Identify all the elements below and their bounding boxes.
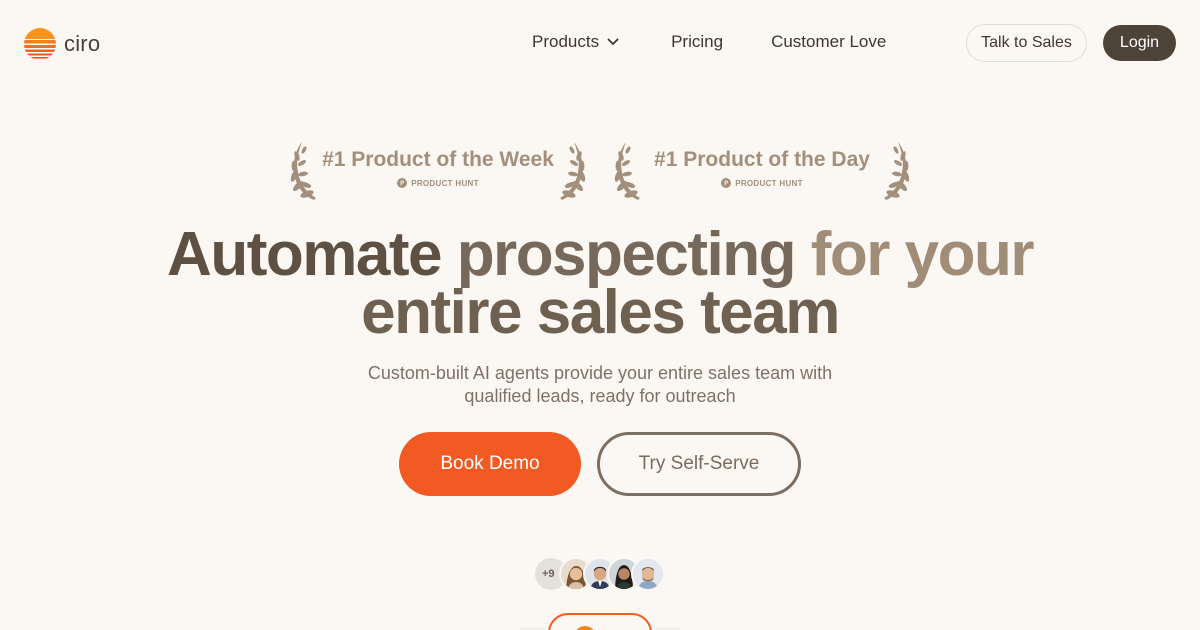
brand-logo[interactable]: ciro [24,28,100,60]
avatar [631,557,665,591]
landing-page: ciro Products Pricing Customer Love Talk… [0,0,1200,630]
nav-pricing[interactable]: Pricing [671,32,723,52]
team-avatars: +9 [535,557,675,593]
floating-badge[interactable] [548,613,652,630]
nav-customer-love[interactable]: Customer Love [771,32,886,52]
nav-products-label: Products [532,32,600,51]
chevron-down-icon [607,38,619,45]
hero-subheadline: Custom-built AI agents provide your enti… [367,363,833,406]
top-nav: ciro Products Pricing Customer Love Talk… [0,0,1200,86]
product-hunt-icon [397,178,408,188]
sunset-logo-icon [24,28,56,59]
divider [654,628,680,629]
divider [520,628,546,629]
orange-dot-icon [574,626,596,630]
brand-name: ciro [64,31,101,56]
nav-links: Products Pricing Customer Love [532,32,886,52]
nav-products[interactable]: Products [532,32,619,52]
award-source: PRODUCT HUNT [286,178,590,188]
try-self-serve-button[interactable]: Try Self-Serve [597,432,801,496]
award-title: #1 Product of the Day [654,148,870,171]
laurel-icon [884,142,910,200]
award-title: #1 Product of the Week [322,148,554,171]
award-source-label: PRODUCT HUNT [411,178,479,188]
hero-headline: Automate prospecting for your entire sal… [0,224,1200,344]
headline-part: for your [810,220,1035,289]
laurel-icon [560,142,586,200]
award-product-of-day: #1 Product of the Day PRODUCT HUNT [610,140,914,202]
book-demo-button[interactable]: Book Demo [399,432,581,496]
award-product-of-week: #1 Product of the Week PRODUCT HUNT [286,140,590,202]
talk-to-sales-button[interactable]: Talk to Sales [966,24,1087,62]
award-source-label: PRODUCT HUNT [735,178,803,188]
product-hunt-icon [721,178,732,188]
headline-part: entire sales team [361,278,840,347]
award-source: PRODUCT HUNT [610,178,914,188]
login-button[interactable]: Login [1103,25,1176,61]
